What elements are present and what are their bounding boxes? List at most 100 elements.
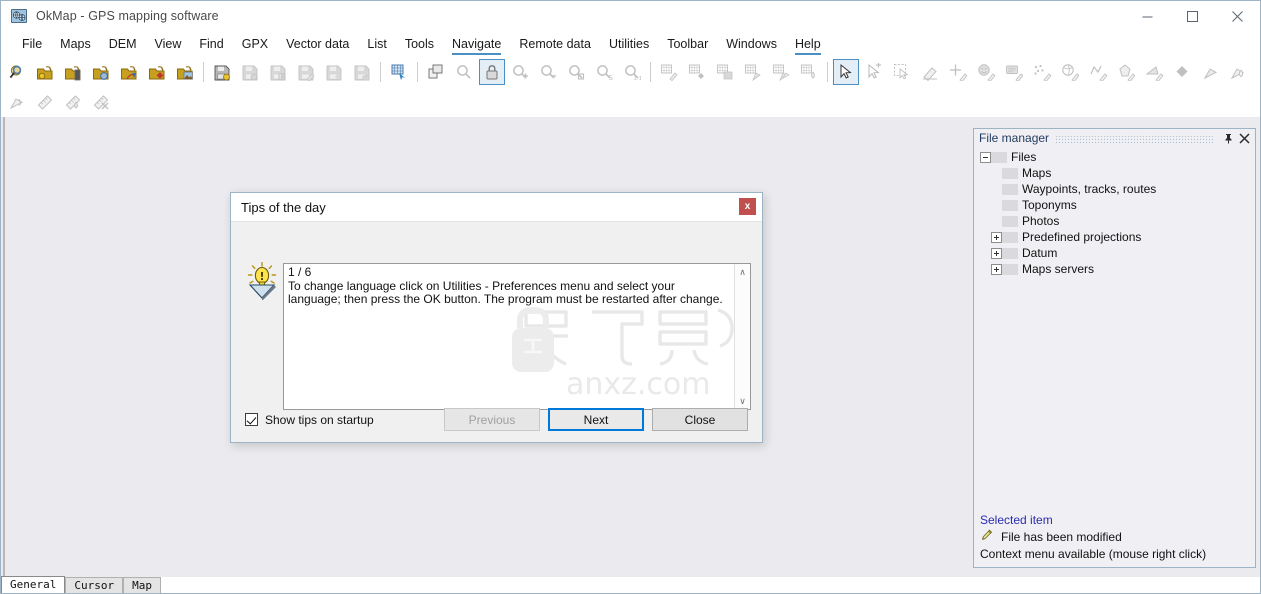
eraser-icon bbox=[917, 59, 943, 85]
menu-bar: File Maps DEM View Find GPX Vector data List Too… bbox=[1, 31, 1260, 57]
circle-pencil-icon bbox=[1057, 59, 1083, 85]
diamond-icon bbox=[1169, 59, 1195, 85]
menu-list[interactable]: List bbox=[358, 34, 395, 55]
menu-utilities[interactable]: Utilities bbox=[600, 34, 658, 55]
okmap-window: OkMap - GPS mapping software File Maps DEM… bbox=[0, 0, 1261, 594]
grid-flags-icon bbox=[768, 59, 794, 85]
triangle-pencil-icon bbox=[1141, 59, 1167, 85]
menu-gpx[interactable]: GPX bbox=[233, 34, 277, 55]
tree-item-label: Datum bbox=[1022, 246, 1058, 260]
tree-item-maps-servers[interactable]: Maps servers bbox=[974, 261, 1255, 277]
scroll-up-icon[interactable]: ∧ bbox=[735, 264, 750, 280]
show-tips-on-startup-checkbox[interactable]: Show tips on startup bbox=[245, 413, 374, 427]
tree-item-label: Toponyms bbox=[1022, 198, 1077, 212]
tree-connector bbox=[1002, 199, 1018, 211]
tree-item-label: Predefined projections bbox=[1022, 230, 1142, 244]
tree-expand-toggle[interactable] bbox=[991, 263, 1002, 275]
grid-drop-icon bbox=[796, 59, 822, 85]
svg-text:1:1: 1:1 bbox=[634, 76, 642, 81]
menu-remote-data[interactable]: Remote data bbox=[510, 34, 600, 55]
arrow-select-icon[interactable] bbox=[833, 59, 859, 85]
context-menu-hint: Context menu available (mouse right clic… bbox=[980, 547, 1207, 561]
menu-tools[interactable]: Tools bbox=[396, 34, 443, 55]
checkbox-box[interactable] bbox=[245, 413, 258, 426]
next-button[interactable]: Next bbox=[548, 408, 644, 431]
smiley-pencil-icon bbox=[973, 59, 999, 85]
ruler-icon bbox=[32, 89, 58, 115]
open-folder-waypoint-icon[interactable] bbox=[32, 59, 58, 85]
toolbar-separator bbox=[417, 62, 418, 82]
tree-item-datum[interactable]: Datum bbox=[974, 245, 1255, 261]
selected-item-label: Selected item bbox=[980, 513, 1053, 527]
close-button[interactable]: Close bbox=[652, 408, 748, 431]
tree-item-predefined-projections[interactable]: Predefined projections bbox=[974, 229, 1255, 245]
tree-item-photos[interactable]: Photos bbox=[974, 213, 1255, 229]
previous-button: Previous bbox=[444, 408, 540, 431]
tree-item-maps[interactable]: Maps bbox=[974, 165, 1255, 181]
pin-icon[interactable] bbox=[1221, 131, 1235, 145]
tree-connector bbox=[1002, 183, 1018, 195]
open-folder-device-icon[interactable] bbox=[60, 59, 86, 85]
tree-connector bbox=[1002, 263, 1018, 275]
status-tab-map[interactable]: Map bbox=[123, 577, 161, 593]
tip-scrollbar[interactable]: ∧ ∨ bbox=[734, 264, 750, 409]
open-folder-marker-icon[interactable] bbox=[144, 59, 170, 85]
dialog-title: Tips of the day bbox=[241, 199, 326, 215]
zoom-in-icon bbox=[507, 59, 533, 85]
lightbulb-tip-icon: ! bbox=[245, 261, 279, 301]
menu-help[interactable]: Help bbox=[786, 34, 830, 55]
status-bar-tabs: General Cursor Map bbox=[1, 576, 1260, 593]
menu-file[interactable]: File bbox=[13, 34, 51, 55]
toolbar-separator bbox=[203, 62, 204, 82]
flag-icon bbox=[1197, 59, 1223, 85]
polygon-pencil-icon bbox=[1113, 59, 1139, 85]
okmap-globe-icon bbox=[11, 8, 28, 25]
menu-windows[interactable]: Windows bbox=[717, 34, 786, 55]
open-folder-image-icon[interactable] bbox=[172, 59, 198, 85]
tree-expand-toggle[interactable] bbox=[991, 247, 1002, 259]
open-folder-import-icon[interactable] bbox=[116, 59, 142, 85]
status-tab-general[interactable]: General bbox=[1, 576, 66, 593]
copy-layer-icon[interactable] bbox=[423, 59, 449, 85]
status-tab-cursor[interactable]: Cursor bbox=[65, 577, 124, 593]
tree-item-label: Waypoints, tracks, routes bbox=[1022, 182, 1157, 196]
grid-marker-icon bbox=[684, 59, 710, 85]
window-controls bbox=[1125, 1, 1260, 31]
menu-toolbar[interactable]: Toolbar bbox=[658, 34, 717, 55]
tree-collapse-toggle[interactable] bbox=[980, 151, 991, 163]
tree-item-files[interactable]: Files bbox=[974, 149, 1255, 165]
panel-close-icon[interactable] bbox=[1237, 131, 1251, 145]
arrow-add-icon bbox=[861, 59, 887, 85]
tree-toggle-spacer bbox=[991, 168, 1002, 179]
pencil-icon bbox=[980, 529, 993, 545]
toolbar-separator bbox=[827, 62, 828, 82]
drag-grip[interactable] bbox=[1055, 133, 1213, 143]
tree-item-toponyms[interactable]: Toponyms bbox=[974, 197, 1255, 213]
close-button[interactable] bbox=[1215, 1, 1260, 31]
svg-text:!: ! bbox=[259, 270, 264, 283]
menu-dem[interactable]: DEM bbox=[100, 34, 146, 55]
ruler-drop-icon bbox=[60, 89, 86, 115]
menu-maps[interactable]: Maps bbox=[51, 34, 100, 55]
minimize-button[interactable] bbox=[1125, 1, 1170, 31]
grid-pointer-icon[interactable] bbox=[386, 59, 412, 85]
svg-text:S: S bbox=[609, 74, 614, 81]
open-map-search-icon[interactable] bbox=[4, 59, 30, 85]
marquee-select-icon bbox=[889, 59, 915, 85]
menu-view[interactable]: View bbox=[146, 34, 191, 55]
open-folder-settings-icon[interactable] bbox=[88, 59, 114, 85]
menu-navigate[interactable]: Navigate bbox=[443, 34, 510, 55]
menu-find[interactable]: Find bbox=[190, 34, 232, 55]
toolbar-row-1: S 1:1 bbox=[1, 57, 1260, 87]
checkbox-label: Show tips on startup bbox=[265, 412, 374, 427]
maximize-button[interactable] bbox=[1170, 1, 1215, 31]
lock-zoom-icon[interactable] bbox=[479, 59, 505, 85]
dialog-footer: Show tips on startup Previous Next Close bbox=[231, 397, 762, 442]
tree-toggle-spacer bbox=[991, 200, 1002, 211]
tree-expand-toggle[interactable] bbox=[991, 231, 1002, 243]
dialog-close-button[interactable]: x bbox=[739, 198, 756, 215]
tree-item-waypoints-tracks-routes[interactable]: Waypoints, tracks, routes bbox=[974, 181, 1255, 197]
save-waypoint-icon[interactable] bbox=[209, 59, 235, 85]
menu-vector-data[interactable]: Vector data bbox=[277, 34, 358, 55]
window-title: OkMap - GPS mapping software bbox=[36, 9, 219, 23]
